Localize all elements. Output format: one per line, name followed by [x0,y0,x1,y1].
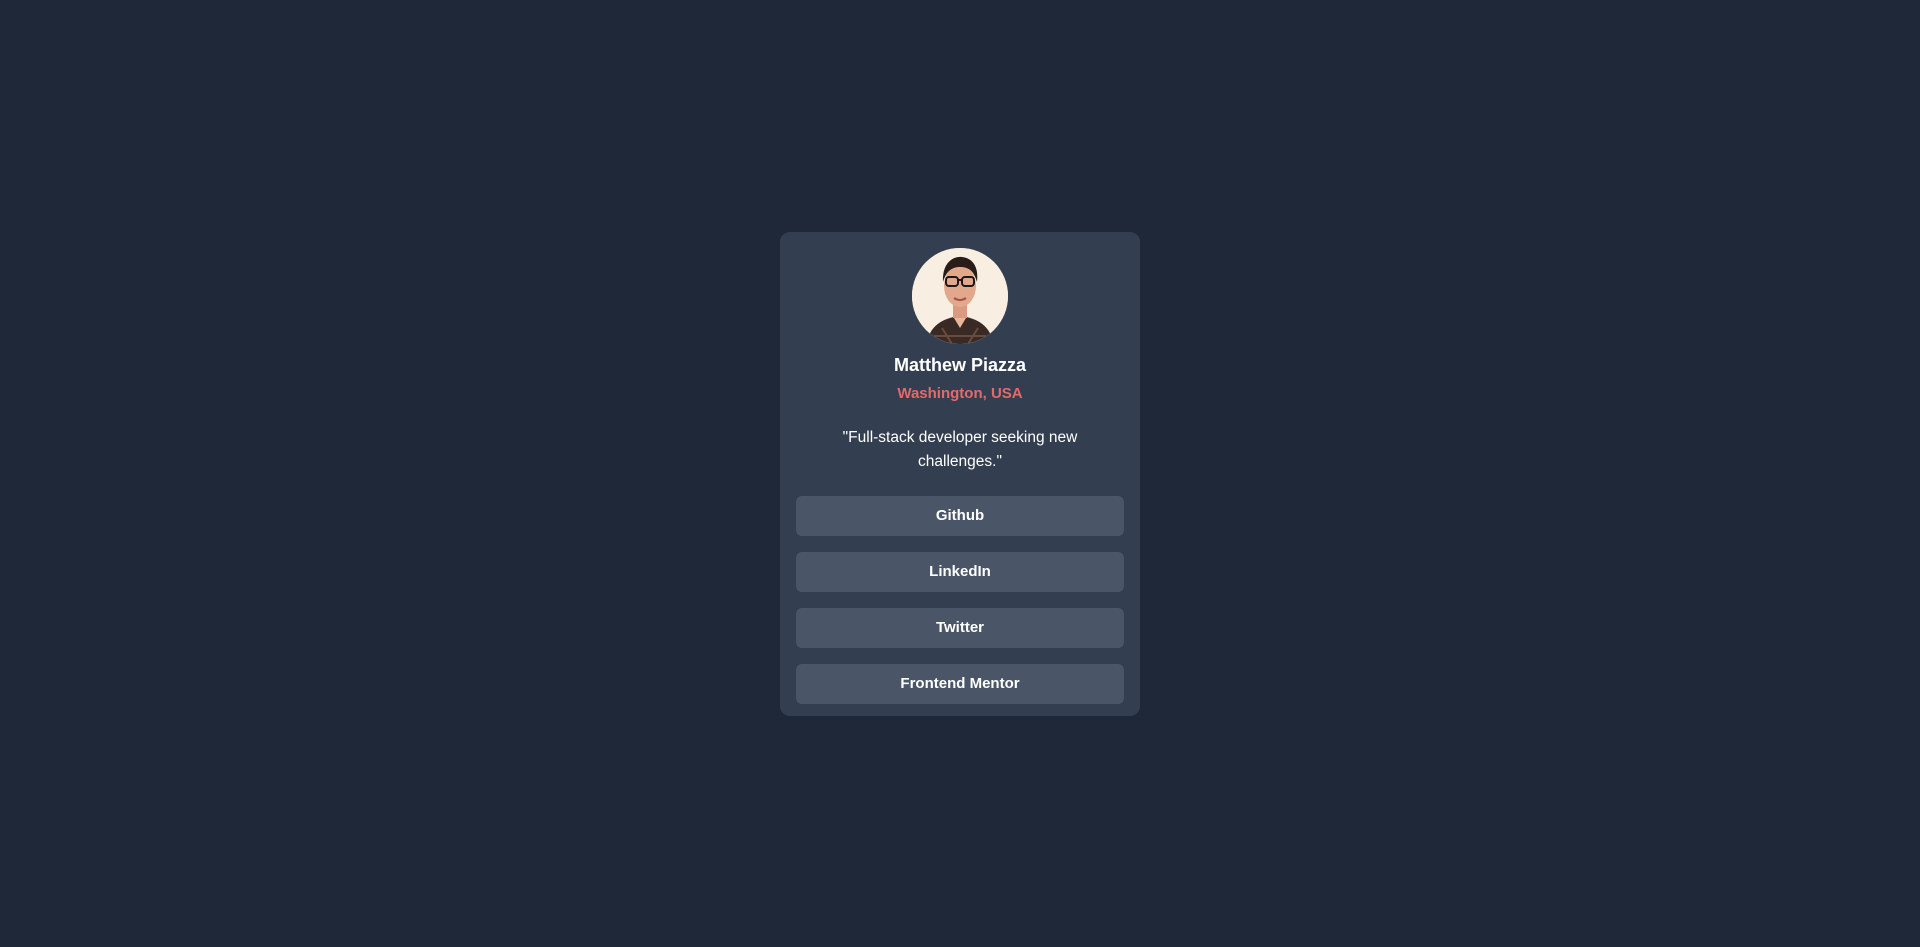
avatar-photo [912,248,1008,344]
twitter-link-button[interactable]: Twitter [796,608,1124,648]
github-link-button[interactable]: Github [796,496,1124,536]
avatar [912,248,1008,344]
profile-location: Washington, USA [897,385,1023,402]
profile-name: Matthew Piazza [893,355,1027,375]
frontend-mentor-link-button[interactable]: Frontend Mentor [796,664,1124,704]
profile-card: Matthew Piazza Washington, USA "Full-sta… [780,232,1140,716]
social-links: Github LinkedIn Twitter Frontend Mentor [796,496,1124,704]
profile-bio: "Full-stack developer seeking new challe… [842,429,1078,470]
linkedin-link-button[interactable]: LinkedIn [796,552,1124,592]
